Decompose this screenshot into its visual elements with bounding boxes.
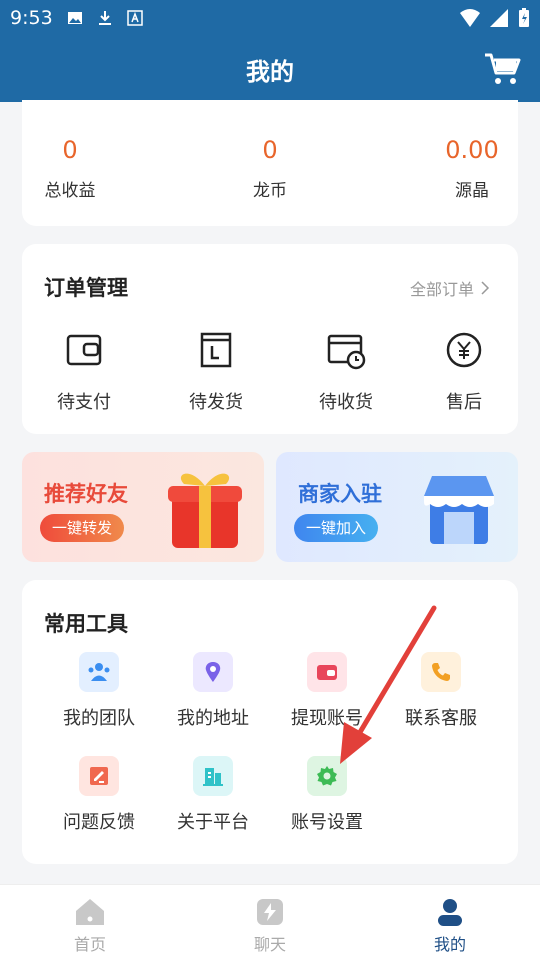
tool-label: 提现账号 <box>291 708 363 729</box>
status-bar: 9:53 <box>0 0 540 36</box>
order-pending-receipt[interactable]: 待收货 <box>296 330 396 414</box>
font-icon <box>126 10 143 26</box>
tab-label: 我的 <box>433 935 466 954</box>
tool-icon-bg <box>307 756 347 796</box>
share-button[interactable]: 一键转发 <box>40 514 125 542</box>
delivery-clock-icon <box>327 334 366 370</box>
tool-icon-bg <box>193 652 233 692</box>
tab-label: 聊天 <box>253 935 286 954</box>
stat-source-crystal[interactable]: 0.00 源晶 <box>430 136 514 201</box>
tool-withdraw-account[interactable]: 提现账号 <box>270 652 384 730</box>
tool-label: 我的地址 <box>177 708 249 729</box>
tool-about-platform[interactable]: 关于平台 <box>156 756 270 834</box>
tool-feedback[interactable]: 问题反馈 <box>42 756 156 834</box>
team-icon <box>88 663 110 681</box>
order-pending-shipment[interactable]: 待发货 <box>166 330 266 414</box>
tool-my-team[interactable]: 我的团队 <box>42 652 156 730</box>
tool-label: 问题反馈 <box>63 812 135 833</box>
image-icon <box>67 12 82 24</box>
building-icon <box>203 768 223 786</box>
order-item-label: 售后 <box>446 392 482 413</box>
order-item-label: 待支付 <box>57 392 111 413</box>
order-after-sales[interactable]: 售后 <box>414 330 514 414</box>
cart-icon[interactable] <box>484 51 522 87</box>
home-icon <box>76 899 104 925</box>
stat-value: 0 <box>62 136 78 164</box>
all-orders-link[interactable]: 全部订单 <box>410 276 490 300</box>
download-icon <box>98 11 111 25</box>
banner-title: 商家入驻 <box>298 482 382 506</box>
bottom-tab-bar: 首页 聊天 我的 <box>0 884 540 960</box>
tab-chat[interactable]: 聊天 <box>220 897 320 955</box>
stat-dragon-coin[interactable]: 0 龙币 <box>228 136 312 201</box>
chat-icon <box>257 899 283 925</box>
gear-icon <box>317 766 337 786</box>
stat-label: 龙币 <box>253 181 287 201</box>
tool-icon-bg <box>307 652 347 692</box>
wallet-icon <box>317 665 337 680</box>
location-icon <box>205 662 221 682</box>
chevron-right-icon <box>481 281 490 295</box>
signal-icon <box>490 9 508 27</box>
order-item-label: 待收货 <box>319 392 373 413</box>
yen-icon <box>446 332 482 368</box>
stat-total-earnings[interactable]: 0 总收益 <box>28 136 112 201</box>
earnings-card: 0 总收益 0 龙币 0.00 源晶 <box>22 100 518 226</box>
app-header: 我的 <box>0 36 540 102</box>
tool-label: 我的团队 <box>63 708 135 729</box>
shop-icon <box>424 476 494 544</box>
merchant-join-banner[interactable]: 商家入驻 一键加入 <box>276 452 518 562</box>
tab-home[interactable]: 首页 <box>40 897 140 955</box>
order-pending-payment[interactable]: 待支付 <box>34 330 134 414</box>
order-item-label: 待发货 <box>189 392 243 413</box>
stat-value: 0.00 <box>445 136 499 164</box>
stat-label: 总收益 <box>44 181 96 201</box>
battery-icon <box>519 8 529 27</box>
tool-label: 联系客服 <box>405 708 477 729</box>
tool-icon-bg <box>193 756 233 796</box>
all-orders-label: 全部订单 <box>409 280 474 299</box>
tool-account-settings[interactable]: 账号设置 <box>270 756 384 834</box>
stat-label: 源晶 <box>455 181 489 201</box>
banner-title: 推荐好友 <box>44 482 128 506</box>
feedback-icon <box>90 767 108 785</box>
common-tools-card: 常用工具 我的团队 我的地址 提现账号 联系客服 问题反馈 关于平台 账号设置 <box>22 580 518 864</box>
status-time: 9:53 <box>10 7 53 29</box>
wifi-icon <box>460 9 480 27</box>
user-icon <box>438 899 462 926</box>
tools-title: 常用工具 <box>44 612 128 636</box>
tool-customer-service[interactable]: 联系客服 <box>384 652 498 730</box>
invite-friends-banner[interactable]: 推荐好友 一键转发 <box>22 452 264 562</box>
tool-label: 账号设置 <box>291 812 363 833</box>
tool-icon-bg <box>421 652 461 692</box>
tab-label: 首页 <box>73 935 106 954</box>
gift-icon <box>168 473 242 548</box>
tab-mine[interactable]: 我的 <box>400 897 500 955</box>
phone-icon <box>432 663 450 681</box>
box-icon <box>200 332 232 368</box>
join-button[interactable]: 一键加入 <box>294 514 379 542</box>
order-management-card: 订单管理 全部订单 待支付 待发货 待收货 售后 <box>22 244 518 434</box>
orders-title: 订单管理 <box>44 276 128 300</box>
tool-icon-bg <box>79 652 119 692</box>
wallet-icon <box>66 334 102 366</box>
tool-icon-bg <box>79 756 119 796</box>
page-title: 我的 <box>246 57 294 86</box>
tool-my-address[interactable]: 我的地址 <box>156 652 270 730</box>
stat-value: 0 <box>262 136 278 164</box>
tool-label: 关于平台 <box>177 812 249 833</box>
